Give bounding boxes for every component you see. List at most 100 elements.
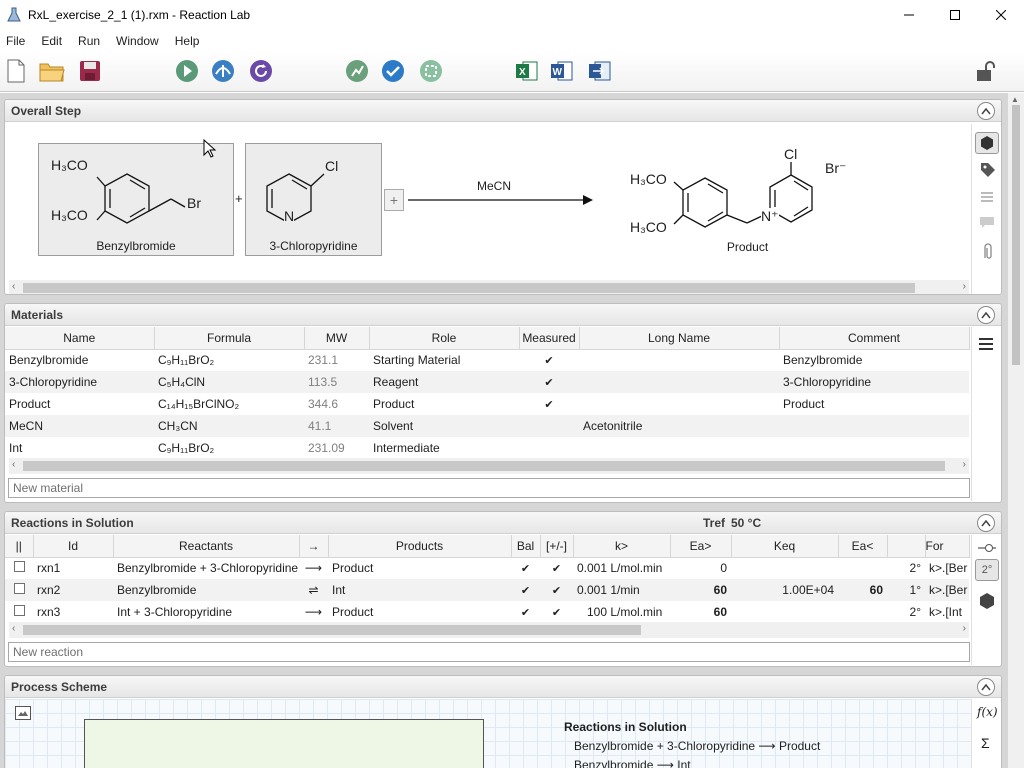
scrollbar-thumb[interactable] xyxy=(23,283,915,293)
material-name[interactable]: 3-Chloropyridine xyxy=(5,371,154,393)
scroll-up-icon[interactable]: ▲ xyxy=(1011,95,1019,104)
reaction-products[interactable]: Product xyxy=(328,601,511,623)
tref-value[interactable]: 50 °C xyxy=(731,516,761,530)
save-button[interactable] xyxy=(77,58,103,84)
material-mw[interactable]: 113.5 xyxy=(304,371,369,393)
column-header-name[interactable]: Name xyxy=(5,327,155,350)
maximize-button[interactable] xyxy=(932,0,978,30)
scrollbar-thumb[interactable] xyxy=(23,461,945,471)
material-name[interactable]: MeCN xyxy=(5,415,154,437)
reaction-ea-reverse[interactable]: 60 xyxy=(838,579,887,601)
column-header-reactants[interactable]: Reactants xyxy=(113,535,300,558)
material-role[interactable]: Intermediate xyxy=(369,437,519,459)
reaction-reactants[interactable]: Benzylbromide xyxy=(113,579,299,601)
column-header-long-name[interactable]: Long Name xyxy=(579,327,780,350)
reaction-formula[interactable]: k>.[Int xyxy=(925,601,969,623)
column-header-formula[interactable]: For xyxy=(925,535,970,558)
reaction-ea-reverse[interactable] xyxy=(838,601,887,623)
new-file-button[interactable] xyxy=(3,58,29,84)
row-checkbox[interactable] xyxy=(13,583,25,594)
column-header-plus-minus[interactable]: [+/-] xyxy=(540,535,574,558)
material-measured[interactable]: ✔ xyxy=(519,371,579,393)
material-role[interactable]: Solvent xyxy=(369,415,519,437)
horizontal-scrollbar[interactable]: ‹ › xyxy=(9,458,969,474)
column-header-k-forward[interactable]: k> xyxy=(573,535,671,558)
new-material-input[interactable]: New material xyxy=(8,478,970,498)
reactant-card-chloropyridine[interactable]: N Cl 3-Chloropyridine xyxy=(245,143,382,256)
optimize-button[interactable] xyxy=(210,58,236,84)
material-measured[interactable]: ✔ xyxy=(519,349,579,371)
reaction-k[interactable]: 0.001 L/mol.min xyxy=(573,557,670,579)
material-mw[interactable]: 231.09 xyxy=(304,437,369,459)
reaction-arrow[interactable]: ⟶ xyxy=(299,601,328,623)
material-long-name[interactable] xyxy=(579,437,779,459)
material-formula[interactable]: C₅H₄ClN xyxy=(154,371,304,393)
horizontal-scrollbar[interactable]: ‹ › xyxy=(9,280,969,294)
table-row[interactable]: Int C₉H₁₁BrO₂ 231.09 Intermediate xyxy=(5,437,969,459)
reaction-id[interactable]: rxn1 xyxy=(33,557,113,579)
reaction-ea-forward[interactable]: 60 xyxy=(670,579,731,601)
export-button[interactable] xyxy=(587,58,613,84)
menu-edit[interactable]: Edit xyxy=(37,34,66,48)
reaction-formula[interactable]: k>.[Ber xyxy=(925,557,969,579)
material-comment[interactable] xyxy=(779,437,969,459)
reaction-balanced[interactable]: ✔ xyxy=(511,557,540,579)
image-icon[interactable] xyxy=(15,706,31,720)
reaction-balanced[interactable]: ✔ xyxy=(511,601,540,623)
collapse-button[interactable] xyxy=(977,306,995,324)
material-comment[interactable]: Benzylbromide xyxy=(779,349,969,371)
new-reaction-input[interactable]: New reaction xyxy=(8,642,970,662)
lock-button[interactable] xyxy=(973,58,999,84)
reaction-order[interactable]: 2° xyxy=(887,601,925,623)
reaction-keq[interactable] xyxy=(731,601,838,623)
reaction-keq[interactable] xyxy=(731,557,838,579)
column-header-products[interactable]: Products xyxy=(328,535,512,558)
material-role[interactable]: Starting Material xyxy=(369,349,519,371)
reaction-ea-forward[interactable]: 0 xyxy=(670,557,731,579)
material-formula[interactable]: C₉H₁₁BrO₂ xyxy=(154,437,304,459)
material-long-name[interactable] xyxy=(579,349,779,371)
function-button[interactable]: f(x) xyxy=(977,705,998,719)
reactor-vessel[interactable] xyxy=(84,719,484,768)
menu-window[interactable]: Window xyxy=(112,34,163,48)
sum-button[interactable]: Σ xyxy=(981,735,990,751)
reaction-k[interactable]: 0.001 1/min xyxy=(573,579,670,601)
material-long-name[interactable] xyxy=(579,393,779,415)
material-long-name[interactable]: Acetonitrile xyxy=(579,415,779,437)
reaction-plus-minus[interactable]: ✔ xyxy=(540,579,573,601)
column-header-ea-forward[interactable]: Ea> xyxy=(670,535,732,558)
material-comment[interactable] xyxy=(779,415,969,437)
menu-run[interactable]: Run xyxy=(74,34,104,48)
table-row[interactable]: rxn3 Int + 3-Chloropyridine ⟶ Product ✔ … xyxy=(5,601,969,623)
column-header-role[interactable]: Role xyxy=(369,327,520,350)
menu-icon[interactable] xyxy=(979,337,993,351)
material-comment[interactable]: Product xyxy=(779,393,969,415)
slider-icon[interactable] xyxy=(978,543,996,553)
column-header-comment[interactable]: Comment xyxy=(779,327,970,350)
collapse-button[interactable] xyxy=(977,678,995,696)
reaction-id[interactable]: rxn2 xyxy=(33,579,113,601)
structure-tool-button[interactable] xyxy=(975,132,999,154)
row-checkbox[interactable] xyxy=(13,561,25,573)
reaction-id[interactable]: rxn3 xyxy=(33,601,113,623)
material-role[interactable]: Product xyxy=(369,393,519,415)
reaction-reactants[interactable]: Int + 3-Chloropyridine xyxy=(113,601,299,623)
column-header-mw[interactable]: MW xyxy=(304,327,370,350)
menu-file[interactable]: File xyxy=(2,34,29,48)
column-header-measured[interactable]: Measured xyxy=(519,327,580,350)
column-header-id[interactable]: Id xyxy=(33,535,114,558)
collapse-button[interactable] xyxy=(977,514,995,532)
column-header-bal[interactable]: Bal xyxy=(511,535,541,558)
reactant-card-benzylbromide[interactable]: H₃CO H₃CO Br Benzylbromide xyxy=(38,143,234,256)
menu-help[interactable]: Help xyxy=(171,34,204,48)
collapse-button[interactable] xyxy=(977,102,995,120)
comment-icon[interactable] xyxy=(979,216,995,230)
material-measured[interactable] xyxy=(519,415,579,437)
material-measured[interactable] xyxy=(519,437,579,459)
reaction-plus-minus[interactable]: ✔ xyxy=(540,601,573,623)
table-row[interactable]: rxn2 Benzylbromide ⇌ Int ✔ ✔ 0.001 1/min… xyxy=(5,579,969,601)
minimize-button[interactable] xyxy=(886,0,932,30)
paperclip-icon[interactable] xyxy=(981,242,993,260)
reaction-ea-reverse[interactable] xyxy=(838,557,887,579)
fit-button[interactable] xyxy=(344,58,370,84)
